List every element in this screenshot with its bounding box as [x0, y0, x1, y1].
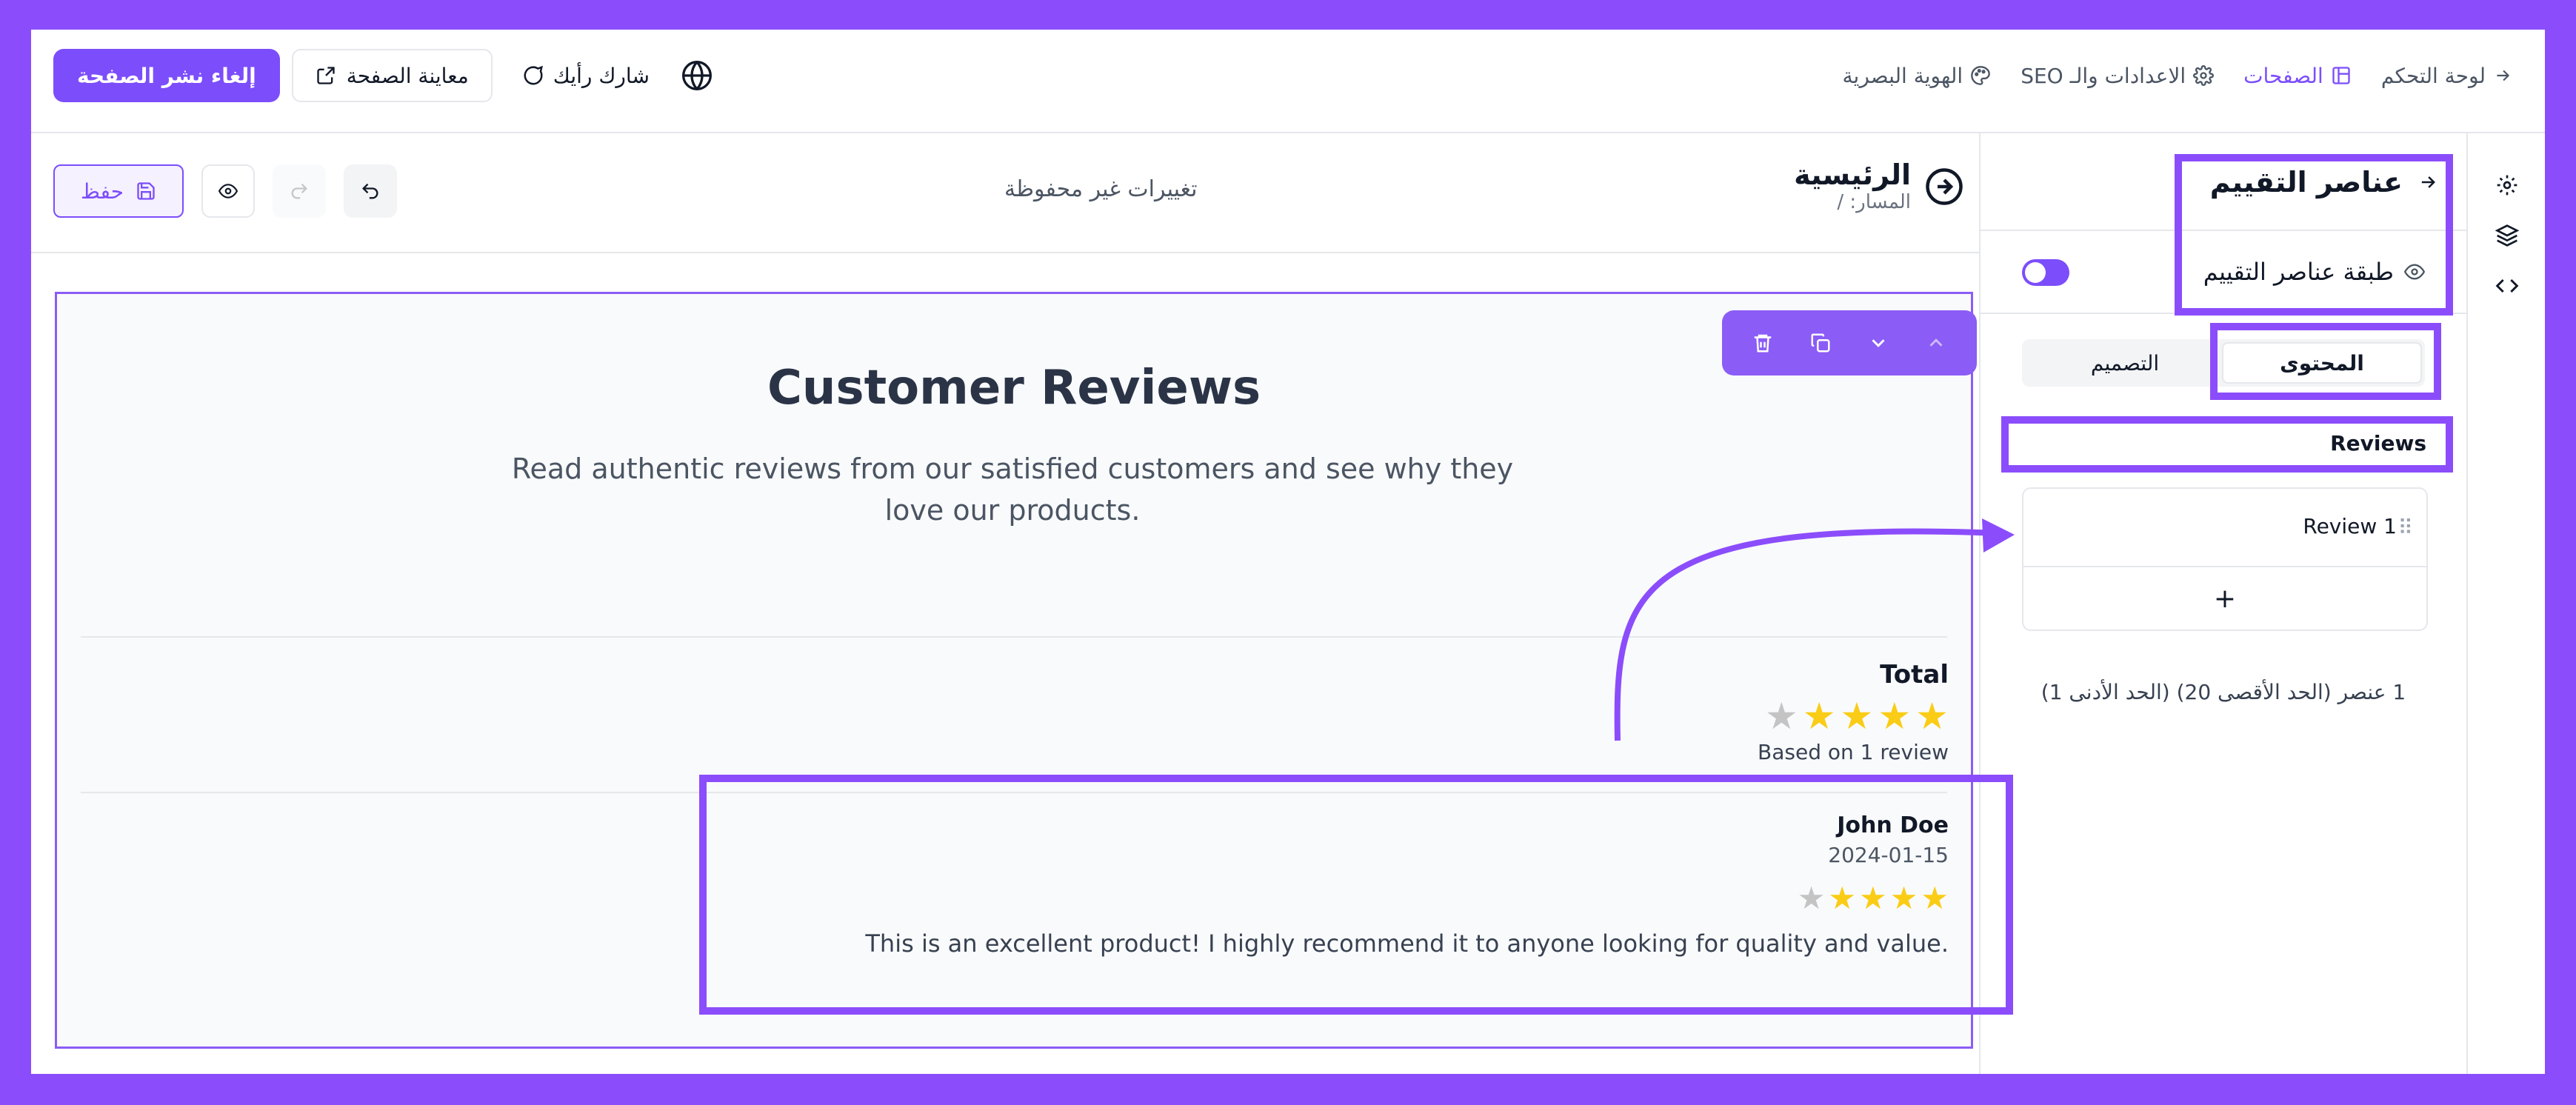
annotation-arrow	[1614, 518, 2015, 741]
